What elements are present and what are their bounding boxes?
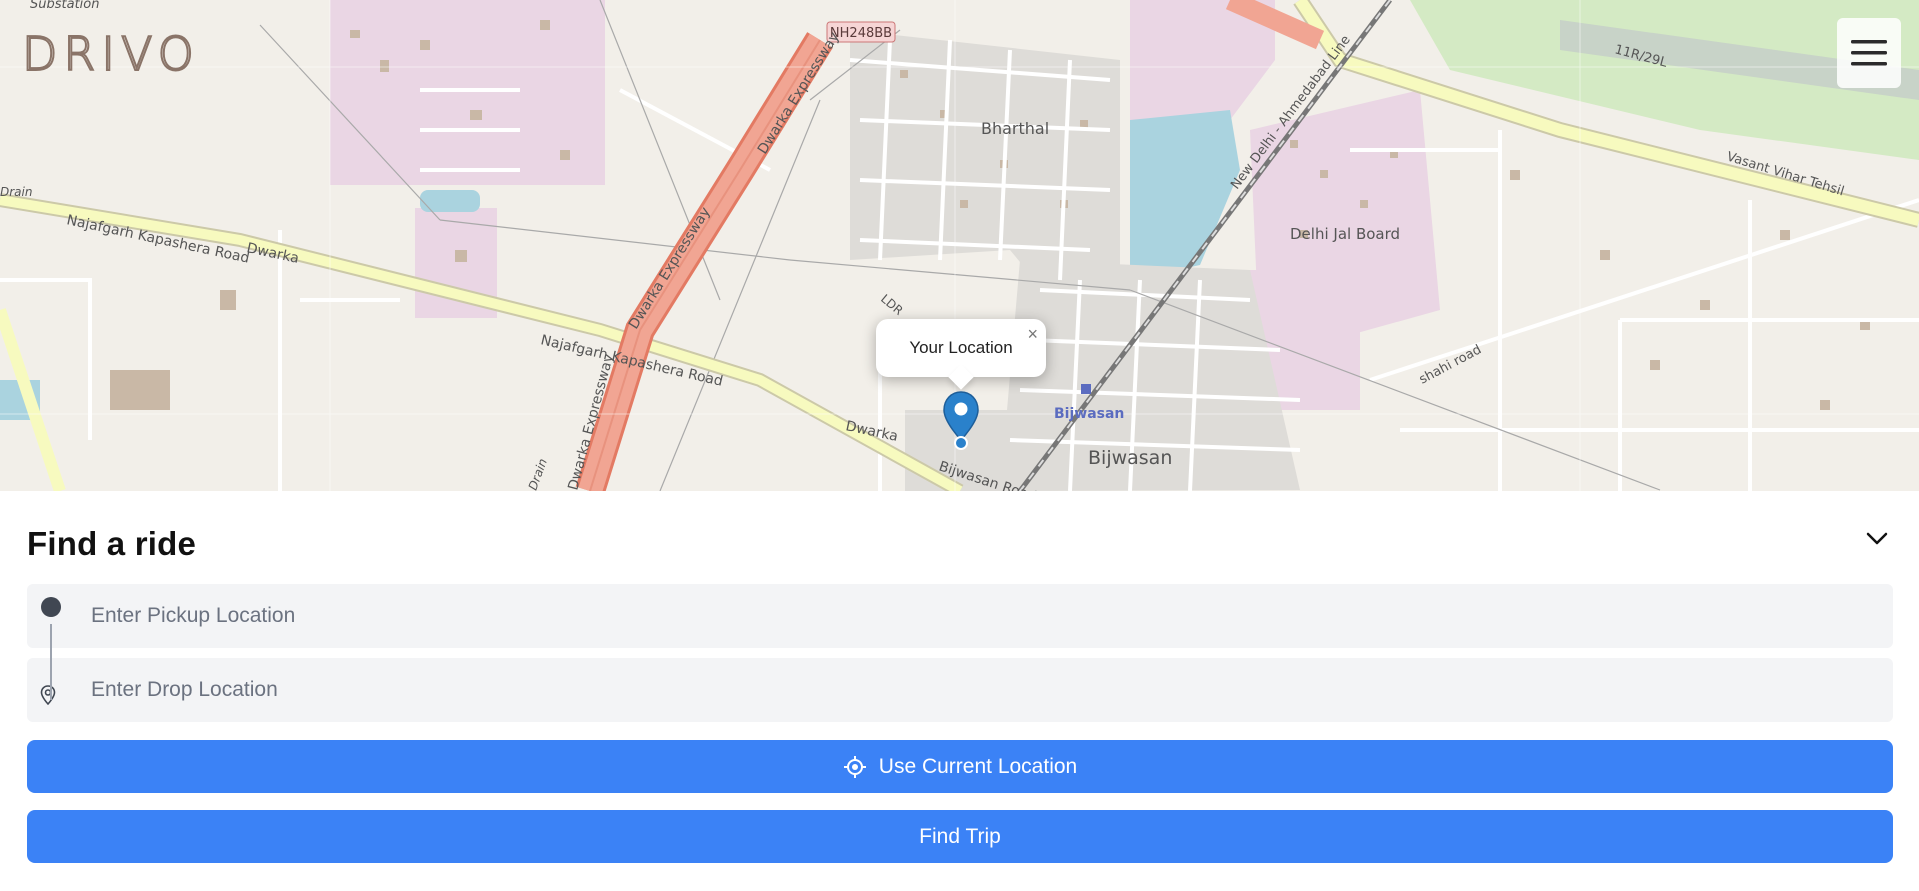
- map-pin-icon: [40, 685, 56, 705]
- pickup-field[interactable]: [27, 584, 1893, 648]
- find-ride-panel: Find a ride Use Current Location Find Tr…: [0, 491, 1919, 891]
- pickup-input[interactable]: [91, 584, 1871, 648]
- use-current-location-button[interactable]: Use Current Location: [27, 740, 1893, 793]
- map-label-bijwasan-station: Bijwasan: [1054, 406, 1124, 422]
- chevron-down-icon[interactable]: [1866, 532, 1888, 546]
- route-connector-line: [50, 624, 52, 700]
- popup-close-button[interactable]: ×: [1027, 325, 1038, 343]
- pickup-dot-icon: [41, 597, 61, 617]
- find-trip-label: Find Trip: [919, 824, 1001, 848]
- use-current-location-label: Use Current Location: [878, 754, 1078, 778]
- drivo-logo: DRIVO: [22, 28, 200, 78]
- drop-input[interactable]: [91, 658, 1871, 722]
- drop-field[interactable]: [27, 658, 1893, 722]
- map-label-substation: Substation: [30, 0, 99, 12]
- map-view[interactable]: Substation NH248BB Dwarka Expressway Dwa…: [0, 0, 1919, 491]
- location-marker-icon[interactable]: [942, 390, 980, 452]
- crosshair-icon: [843, 755, 866, 778]
- popup-text: Your Location: [909, 338, 1013, 357]
- map-label-delhi-jal: Delhi Jal Board: [1290, 225, 1400, 243]
- location-popup: Your Location ×: [876, 319, 1046, 390]
- map-label-bharthal: Bharthal: [981, 119, 1049, 138]
- map-label-drain: Drain: [0, 185, 32, 199]
- find-trip-button[interactable]: Find Trip: [27, 810, 1893, 863]
- panel-title: Find a ride: [27, 525, 197, 562]
- menu-button[interactable]: [1837, 18, 1901, 88]
- svg-text:DRIVO: DRIVO: [22, 28, 200, 78]
- map-label-bijwasan: Bijwasan: [1088, 447, 1172, 469]
- hamburger-icon: [1851, 40, 1887, 66]
